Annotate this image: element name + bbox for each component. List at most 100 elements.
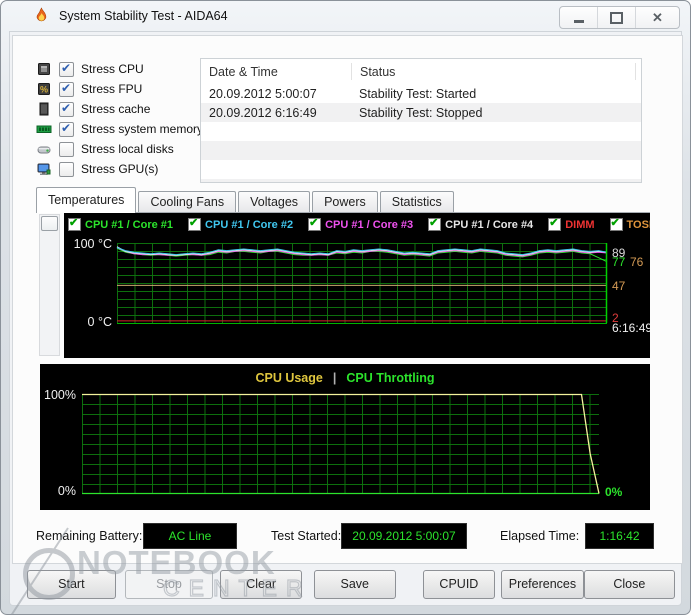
legend-checkbox[interactable] — [548, 217, 562, 231]
status-bar: Remaining Battery: AC Line Test Started: 20… — [13, 522, 682, 552]
maximize-button[interactable] — [598, 7, 636, 28]
status-label-remaining-battery: Remaining Battery: — [36, 529, 143, 543]
gpu-icon — [36, 161, 52, 177]
stop-button: Stop — [124, 569, 214, 599]
checkbox-stress-local-disks[interactable] — [59, 141, 74, 157]
stress-option-label: Stress CPU — [81, 62, 144, 76]
status-box-elapsed-time: 1:16:42 — [585, 523, 654, 549]
legend-scrollbar[interactable] — [39, 214, 60, 356]
legend-checkbox[interactable] — [188, 217, 202, 231]
stress-option-stress-cpu[interactable]: Stress CPU — [36, 59, 206, 79]
fpu-icon: % — [36, 81, 52, 97]
table-row[interactable]: 20.09.2012 5:00:07 Stability Test: Starte… — [201, 84, 641, 103]
cell-status: Stability Test: Stopped — [359, 105, 483, 120]
close-button[interactable] — [636, 7, 679, 28]
stress-option-stress-gpu-s[interactable]: Stress GPU(s) — [36, 159, 206, 179]
table-row[interactable] — [201, 179, 641, 182]
table-row[interactable]: 20.09.2012 6:16:49 Stability Test: Stoppe… — [201, 103, 641, 122]
tab-statistics[interactable]: Statistics — [379, 191, 454, 212]
sensor-reading-77: 77 — [612, 255, 626, 269]
cpuid-button[interactable]: CPUID — [422, 569, 496, 599]
stress-option-label: Stress GPU(s) — [81, 162, 159, 176]
button-row: Start Stop Clear Save CPUID Preferences Close — [12, 565, 681, 603]
minimize-button[interactable] — [560, 7, 598, 28]
checkbox-stress-fpu[interactable] — [59, 81, 74, 97]
stress-option-label: Stress FPU — [81, 82, 143, 96]
legend-item-cpu-1-core-2[interactable]: CPU #1 / Core #2 — [188, 217, 294, 231]
table-row[interactable] — [201, 122, 641, 141]
cell-date-time: 20.09.2012 5:00:07 — [209, 86, 317, 101]
status-label-elapsed-time: Elapsed Time: — [500, 529, 580, 543]
legend-checkbox[interactable] — [428, 217, 442, 231]
cpu-title-part: CPU Usage — [255, 371, 323, 385]
legend-item-cpu-1-core-4[interactable]: CPU #1 / Core #4 — [428, 217, 534, 231]
stress-option-label: Stress cache — [81, 102, 151, 116]
save-button[interactable]: Save — [313, 569, 396, 599]
checkbox-stress-system-memory[interactable] — [59, 121, 74, 137]
window: System Stability Test - AIDA64 Stress CP… — [0, 0, 691, 615]
cpu-y-label-min: 0% — [57, 484, 76, 498]
cell-date-time: 20.09.2012 6:16:49 — [209, 105, 317, 120]
legend-label: CPU #1 / Core #4 — [445, 218, 534, 231]
column-header-date-time[interactable]: Date & Time — [201, 63, 352, 80]
legend-item-dimm[interactable]: DIMM — [548, 217, 595, 231]
temperature-chart: CPU #1 / Core #1 CPU #1 / Core #2 CPU #1 /… — [64, 213, 650, 358]
stress-option-stress-fpu[interactable]: % Stress FPU — [36, 79, 206, 99]
legend-label: CPU #1 / Core #2 — [205, 218, 294, 231]
legend-label: TOSHIBA MK1 — [626, 218, 650, 231]
start-button[interactable]: Start — [27, 569, 116, 599]
table-header: Date & Time Status — [201, 59, 641, 84]
legend-label: DIMM — [565, 218, 595, 231]
cache-icon — [36, 101, 52, 117]
svg-text:%: % — [40, 85, 48, 95]
legend-checkbox[interactable] — [68, 217, 81, 231]
tab-powers[interactable]: Powers — [312, 191, 378, 212]
stress-option-stress-cache[interactable]: Stress cache — [36, 99, 206, 119]
status-value: AC Line — [168, 529, 212, 543]
legend-checkbox[interactable] — [308, 217, 322, 231]
checkbox-stress-gpu-s[interactable] — [59, 161, 74, 177]
cell-status: Stability Test: Started — [359, 86, 477, 101]
disk-icon — [36, 141, 52, 157]
memory-icon — [36, 121, 52, 137]
temperature-plot — [116, 243, 608, 324]
titlebar[interactable]: System Stability Test - AIDA64 — [1, 1, 690, 31]
cpu-y-label-max: 100% — [44, 388, 76, 402]
content-panel: Stress CPU% Stress FPU Stress cache Stress … — [12, 35, 683, 564]
status-label-test-started: Test Started: — [271, 529, 342, 543]
status-value: 20.09.2012 5:00:07 — [352, 529, 456, 543]
stress-options-group: Stress CPU% Stress FPU Stress cache Stress … — [36, 59, 206, 179]
stress-option-label: Stress system memory — [81, 122, 204, 136]
status-box-remaining-battery: AC Line — [143, 523, 237, 549]
client-area: Stress CPU% Stress FPU Stress cache Stress … — [9, 31, 683, 606]
legend-item-cpu-1-core-3[interactable]: CPU #1 / Core #3 — [308, 217, 413, 231]
tab-cooling-fans[interactable]: Cooling Fans — [138, 191, 237, 212]
tab-voltages[interactable]: Voltages — [238, 191, 311, 212]
y-axis-label-max: 100 °C — [73, 237, 112, 251]
stress-option-stress-system-memory[interactable]: Stress system memory — [36, 119, 206, 139]
stress-option-stress-local-disks[interactable]: Stress local disks — [36, 139, 206, 159]
checkbox-stress-cache[interactable] — [59, 101, 74, 117]
clear-button[interactable]: Clear — [220, 569, 302, 599]
cpu-chart-title: CPU Usage | CPU Throttling — [40, 371, 650, 385]
table-row[interactable] — [201, 160, 641, 179]
window-title: System Stability Test - AIDA64 — [59, 9, 228, 23]
scrollbar-thumb[interactable] — [41, 216, 58, 231]
legend-checkbox[interactable] — [609, 217, 623, 231]
cpu-usage-plot — [82, 393, 600, 495]
status-box-test-started: 20.09.2012 5:00:07 — [341, 523, 467, 549]
column-header-status[interactable]: Status — [352, 63, 636, 80]
sensor-reading-76: 76 — [630, 255, 644, 269]
legend-item-toshiba-mk1[interactable]: TOSHIBA MK1 — [609, 217, 650, 231]
preferences-button[interactable]: Preferences — [501, 569, 584, 599]
table-row[interactable] — [201, 141, 641, 160]
legend-item-cpu-1-core-1[interactable]: CPU #1 / Core #1 — [68, 217, 174, 231]
close-button[interactable]: Close — [583, 569, 676, 599]
tab-strip: Temperatures Cooling Fans Voltages Powers St… — [36, 186, 650, 213]
cpu-title-part: | — [332, 371, 337, 385]
window-controls — [559, 6, 680, 29]
app-flame-icon — [33, 7, 50, 25]
checkbox-stress-cpu[interactable] — [59, 61, 74, 77]
tab-temperatures[interactable]: Temperatures — [36, 187, 137, 213]
legend-label: CPU #1 / Core #1 — [85, 218, 174, 231]
